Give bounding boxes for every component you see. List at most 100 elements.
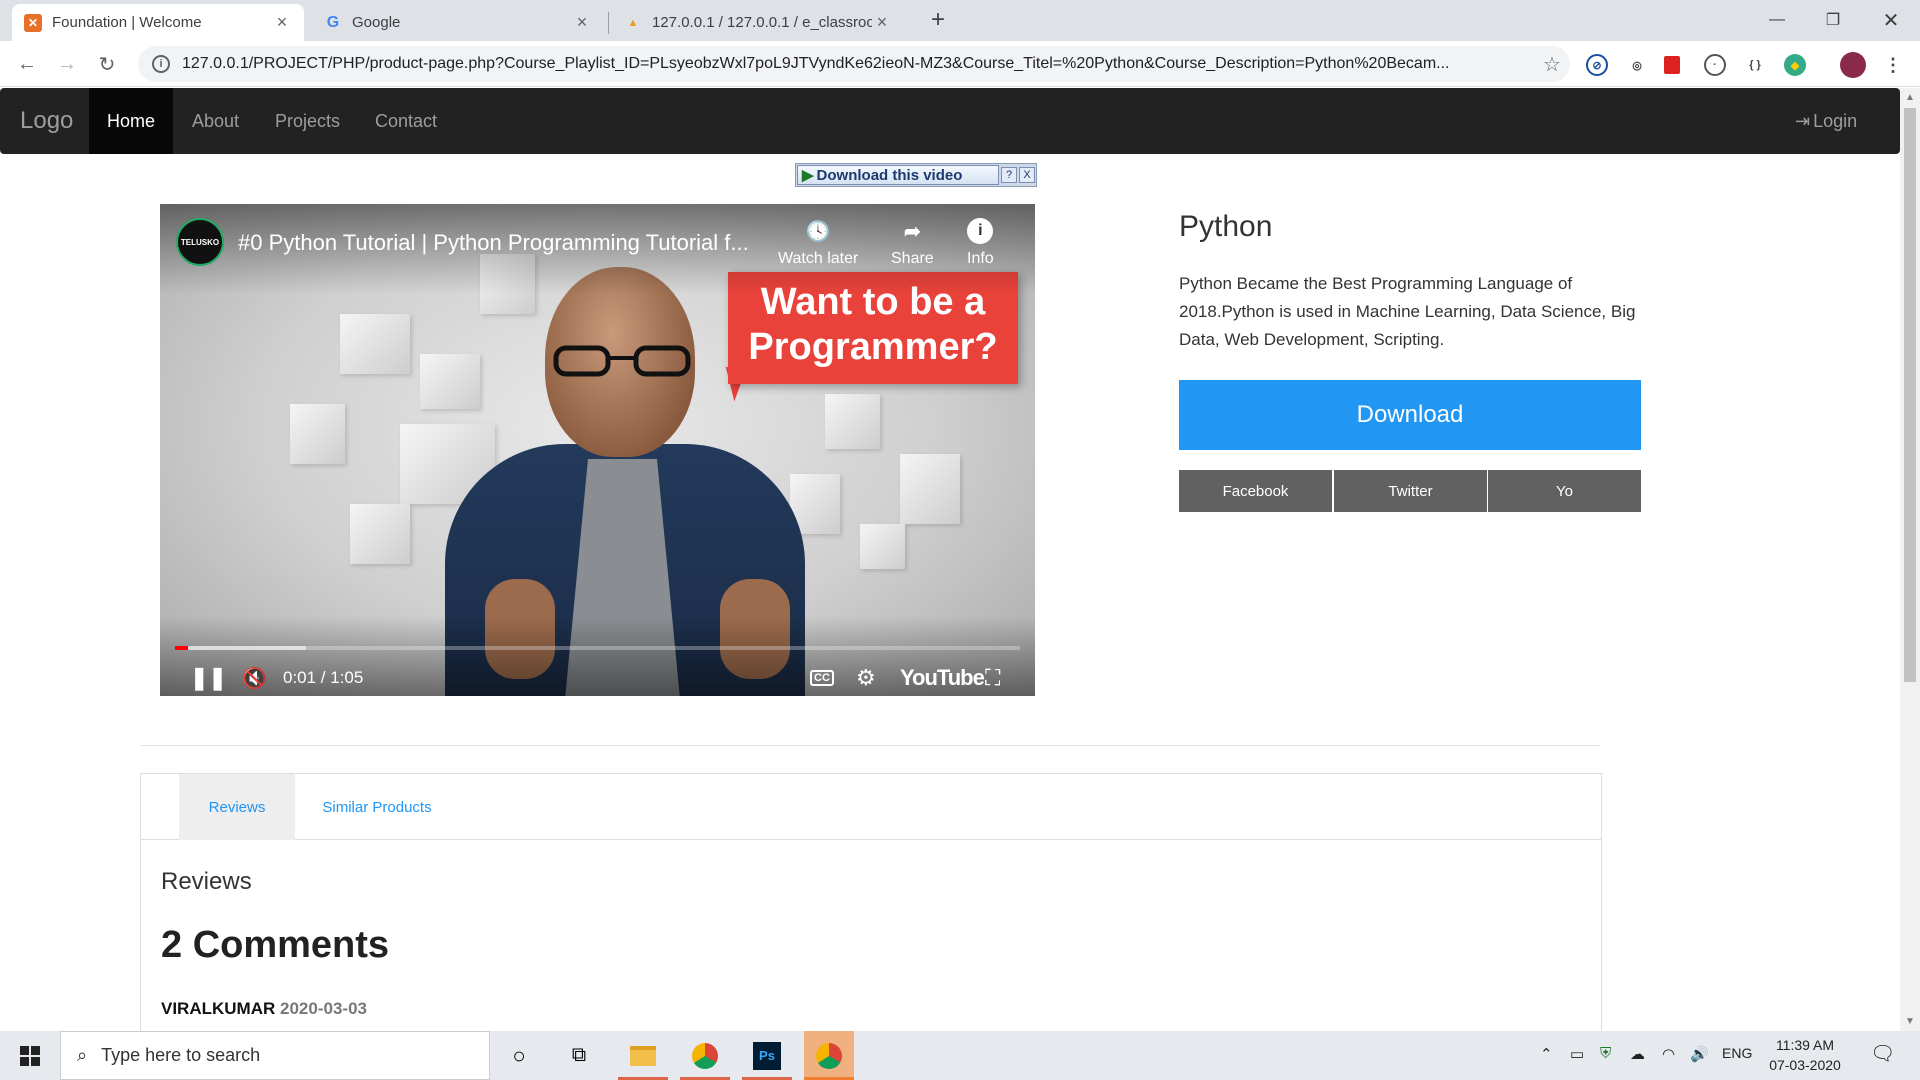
nav-home[interactable]: Home [89, 88, 173, 154]
close-tab-icon[interactable]: × [872, 12, 892, 33]
share-label: Share [891, 250, 934, 267]
youtube-share-button[interactable]: Yo [1488, 470, 1641, 512]
cortana-icon[interactable]: ○ [494, 1031, 544, 1080]
help-button[interactable]: ? [1001, 167, 1017, 183]
fullscreen-icon[interactable]: ⛶ [985, 660, 1000, 696]
battery-icon[interactable]: ▭ [1570, 1045, 1584, 1063]
progress-buffered [175, 646, 306, 650]
comment-author: VIRALKUMAR [161, 999, 276, 1018]
scroll-up-icon[interactable]: ▲ [1905, 92, 1915, 103]
onedrive-icon[interactable]: ☁ [1630, 1045, 1645, 1063]
reload-icon[interactable]: ↻ [92, 49, 122, 79]
info-button[interactable]: i Info [967, 218, 994, 268]
taskbar-search-box[interactable]: ⌕ Type here to search [60, 1031, 490, 1080]
extension-icon[interactable]: · [1704, 54, 1726, 76]
youtube-logo[interactable]: YouTube [900, 660, 985, 696]
close-tab-icon[interactable]: × [572, 12, 592, 33]
brand-logo[interactable]: Logo [20, 88, 73, 154]
scroll-down-icon[interactable]: ▼ [1905, 1016, 1915, 1027]
search-placeholder: Type here to search [101, 1045, 261, 1065]
presenter-glasses [553, 345, 691, 377]
file-explorer-icon[interactable] [618, 1031, 668, 1080]
download-video-label: Download this video [816, 166, 963, 184]
close-window-icon[interactable]: ✕ [1868, 0, 1914, 40]
product-tabs-panel: Reviews Similar Products Reviews 2 Comme… [140, 773, 1602, 1031]
watch-later-button[interactable]: 🕓 Watch later [778, 218, 858, 268]
share-button[interactable]: ➦ Share [891, 218, 934, 268]
clock-icon: 🕓 [805, 220, 831, 243]
profile-avatar[interactable] [1840, 52, 1866, 78]
bookmark-star-icon[interactable]: ☆ [1534, 52, 1570, 77]
forward-icon[interactable]: → [52, 49, 82, 79]
nav-contact[interactable]: Contact [375, 88, 437, 154]
minimize-icon[interactable]: — [1754, 0, 1800, 40]
browser-tab-foundation[interactable]: ✕ Foundation | Welcome × [12, 4, 304, 41]
login-label: Login [1813, 110, 1858, 131]
browser-tab-phpmyadmin[interactable]: ▲ 127.0.0.1 / 127.0.0.1 / e_classroo × [612, 4, 904, 41]
json-extension-icon[interactable]: { } [1744, 54, 1766, 76]
tab-reviews[interactable]: Reviews [179, 774, 295, 840]
close-tab-icon[interactable]: × [272, 12, 292, 33]
back-icon[interactable]: ← [12, 49, 42, 79]
restore-icon[interactable]: ❐ [1810, 0, 1856, 40]
chrome-icon[interactable] [680, 1031, 730, 1080]
extension-icon[interactable]: ◆ [1784, 54, 1806, 76]
windows-taskbar: ⌕ Type here to search ○ ⧉ Ps ⌃ ▭ ⛨ ☁ ◠ 🔊… [0, 1031, 1920, 1080]
settings-gear-icon[interactable]: ⚙ [856, 660, 876, 696]
bookmark-extension-icon[interactable] [1664, 56, 1680, 74]
background-cube [900, 454, 960, 524]
youtube-video-player[interactable]: Want to be a Programmer? TELUSKO #0 Pyth… [160, 204, 1035, 696]
play-icon: ▶ [802, 167, 814, 184]
foundation-favicon-icon: ✕ [24, 13, 42, 32]
page-viewport: Logo Home About Projects Contact ⇥ Login… [0, 88, 1900, 1031]
notifications-icon[interactable]: 🗨 [1870, 1041, 1895, 1066]
background-cube [350, 504, 410, 564]
phpmyadmin-favicon-icon: ▲ [627, 16, 639, 29]
task-view-icon[interactable]: ⧉ [554, 1031, 604, 1080]
page-scrollbar[interactable]: ▲ ▼ [1900, 88, 1920, 1031]
volume-icon[interactable]: 🔊 [1690, 1045, 1709, 1063]
chrome-active-icon[interactable] [804, 1031, 854, 1080]
close-helper-button[interactable]: X [1019, 167, 1035, 183]
watch-later-label: Watch later [778, 250, 859, 267]
tab-similar-products[interactable]: Similar Products [309, 774, 445, 840]
extension-icon[interactable]: ◎ [1626, 54, 1648, 76]
tab-title: Foundation | Welcome [52, 14, 202, 31]
background-cube [290, 404, 345, 464]
captions-icon[interactable]: CC [810, 660, 834, 696]
tabs-header: Reviews Similar Products [141, 774, 1601, 840]
facebook-share-button[interactable]: Facebook [1179, 470, 1332, 512]
comments-count-heading: 2 Comments [161, 924, 390, 966]
nav-about[interactable]: About [192, 88, 239, 154]
language-indicator[interactable]: ENG [1722, 1045, 1752, 1061]
block-extension-icon[interactable]: ⊘ [1586, 54, 1608, 76]
site-info-icon[interactable]: i [152, 55, 170, 73]
nav-login[interactable]: ⇥ Login [1795, 88, 1857, 154]
url-text[interactable]: 127.0.0.1/PROJECT/PHP/product-page.php?C… [182, 55, 1534, 73]
nav-projects[interactable]: Projects [275, 88, 340, 154]
show-hidden-icons-icon[interactable]: ⌃ [1540, 1045, 1553, 1063]
clock-time: 11:39 AM [1775, 1037, 1835, 1053]
download-button[interactable]: Download [1179, 380, 1641, 450]
browser-tab-google[interactable]: G Google × [312, 4, 604, 41]
channel-avatar[interactable]: TELUSKO [176, 218, 224, 266]
start-button[interactable] [0, 1031, 60, 1080]
scrollbar-thumb[interactable] [1904, 108, 1916, 682]
photoshop-icon[interactable]: Ps [742, 1031, 792, 1080]
muted-volume-icon[interactable]: 🔇 [242, 660, 267, 696]
background-cube [340, 314, 410, 374]
video-title[interactable]: #0 Python Tutorial | Python Programming … [238, 230, 758, 256]
security-shield-icon[interactable]: ⛨ [1600, 1045, 1611, 1062]
video-progress-bar[interactable] [175, 646, 1020, 650]
download-video-button[interactable]: ▶ Download this video [797, 165, 999, 185]
windows-logo-icon [20, 1045, 40, 1066]
pause-icon[interactable]: ❚❚ [190, 660, 227, 696]
clock-date: 07-03-2020 [1769, 1057, 1841, 1073]
twitter-share-button[interactable]: Twitter [1334, 470, 1487, 512]
wifi-icon[interactable]: ◠ [1662, 1045, 1675, 1063]
address-bar[interactable]: i 127.0.0.1/PROJECT/PHP/product-page.php… [138, 46, 1570, 82]
taskbar-clock[interactable]: 11:39 AM 07-03-2020 [1760, 1035, 1850, 1075]
new-tab-icon[interactable]: + [915, 0, 961, 40]
browser-tab-bar: ✕ Foundation | Welcome × G Google × ▲ 12… [0, 0, 1920, 41]
browser-menu-icon[interactable]: ⋮ [1882, 54, 1904, 76]
